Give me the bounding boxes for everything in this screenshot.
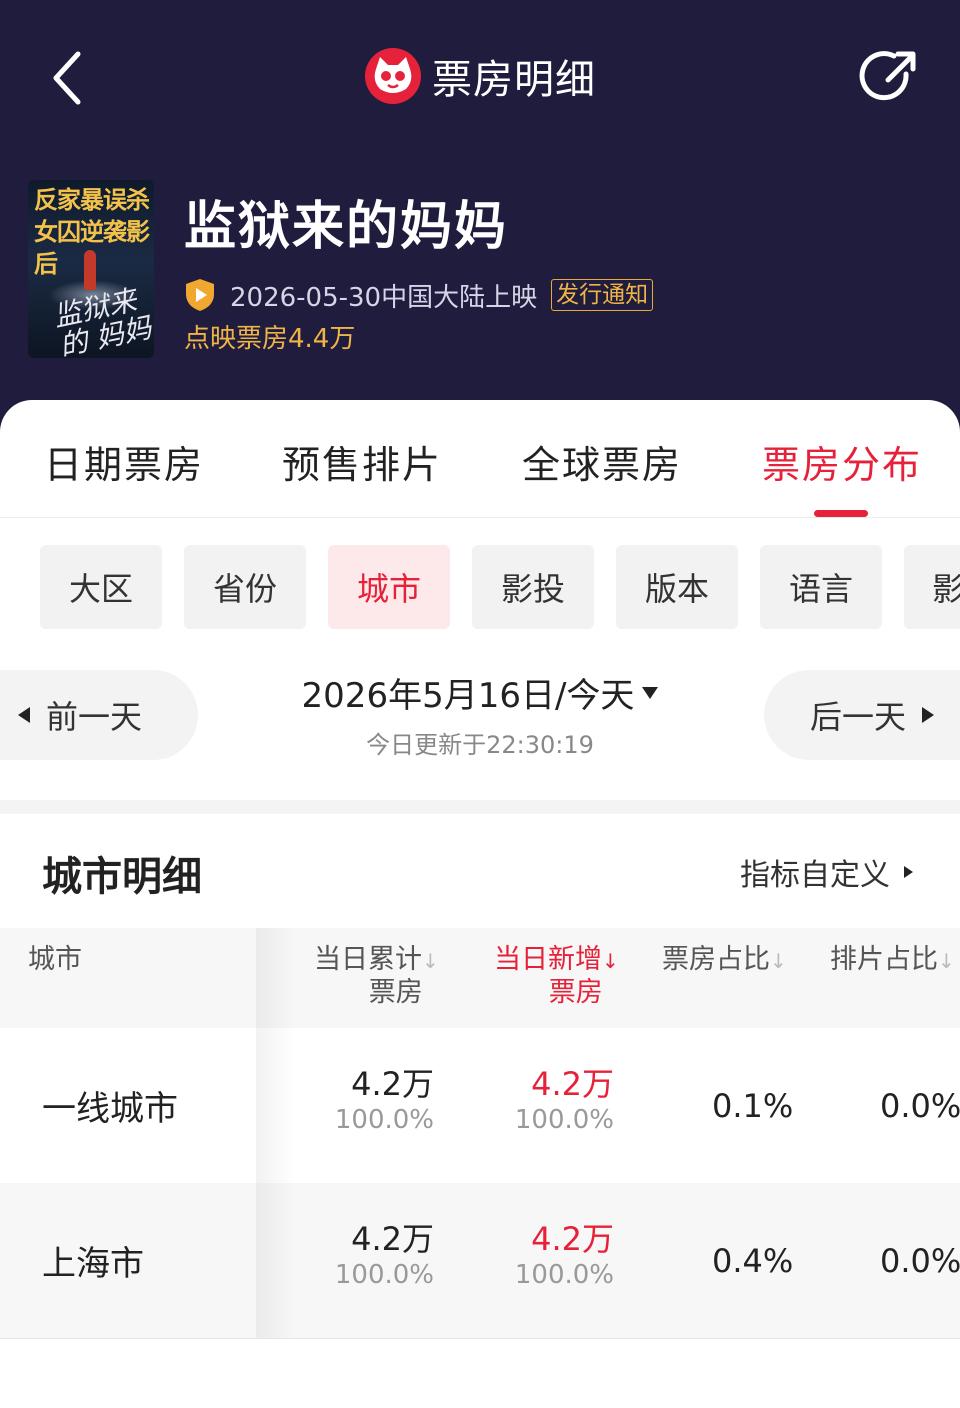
main-tabs: 日期票房 预售排片 全球票房 票房分布 <box>0 400 960 518</box>
header-cumulative-line1: 当日累计 <box>314 944 422 975</box>
section-separator <box>0 800 960 814</box>
chip-cinema-truncated[interactable]: 影 <box>904 545 960 629</box>
prev-day-label: 前一天 <box>46 698 143 736</box>
header-screening-share[interactable]: 排片占比↓ <box>830 944 955 977</box>
row-screening-share: 0.0% <box>880 1241 960 1280</box>
movie-title: 监狱来的妈妈 <box>184 197 509 257</box>
next-day-button[interactable]: 后一天 <box>764 670 960 760</box>
caret-down-icon <box>642 686 659 699</box>
header-screening-share-label: 排片占比 <box>830 944 938 975</box>
row-new-value: 4.2万 <box>531 1065 614 1103</box>
column-shadow <box>256 1028 296 1183</box>
tab-date-box-office[interactable]: 日期票房 <box>44 434 204 489</box>
next-day-label: 后一天 <box>810 698 907 736</box>
tab-global-box-office[interactable]: 全球票房 <box>522 434 682 489</box>
city-table: 城市 当日累计↓ 票房 当日新增↓ 票房 票房占比↓ 排片占比↓ 一线城市 4.… <box>0 928 960 1338</box>
row-cumulative-value: 4.2万 <box>351 1220 434 1258</box>
share-icon <box>859 51 916 101</box>
release-notice-badge[interactable]: 发行通知 <box>551 279 654 311</box>
header-new-line1: 当日新增 <box>494 944 602 975</box>
tab-presale-screening[interactable]: 预售排片 <box>282 434 442 489</box>
header-new-line2: 票房 <box>548 977 603 1008</box>
tabs-divider <box>0 517 960 518</box>
cat-logo-icon <box>365 48 421 104</box>
date-selector: 2026年5月16日/今天 今日更新于22:30:19 <box>260 668 700 760</box>
table-row[interactable]: 上海市 4.2万 100.0% 4.2万 100.0% 0.4% 0.0% <box>0 1183 960 1338</box>
header-cumulative-line2: 票房 <box>368 977 423 1008</box>
header-cumulative[interactable]: 当日累计↓ 票房 <box>314 944 439 1009</box>
share-button[interactable] <box>856 44 924 112</box>
header-box-share-label: 票房占比 <box>662 944 770 975</box>
poster-figure <box>84 250 96 290</box>
row-cumulative: 4.2万 100.0% <box>335 1219 434 1291</box>
date-picker[interactable]: 2026年5月16日/今天 <box>302 668 659 717</box>
triangle-right-icon <box>922 707 935 723</box>
chip-version[interactable]: 版本 <box>616 545 738 629</box>
header-new[interactable]: 当日新增↓ 票房 <box>494 944 619 1009</box>
table-bottom-divider <box>0 1338 960 1339</box>
shield-play-icon <box>186 279 214 311</box>
release-info-row: 2026-05-30中国大陆上映 发行通知 <box>184 276 654 314</box>
table-row[interactable]: 一线城市 4.2万 100.0% 4.2万 100.0% 0.1% 0.0% <box>0 1028 960 1183</box>
movie-poster[interactable]: 反家暴误杀 女囚逆袭影后 监狱来的 妈妈 <box>28 180 154 358</box>
chip-cinema-investment[interactable]: 影投 <box>472 545 594 629</box>
tab-box-office-distribution[interactable]: 票房分布 <box>762 434 922 489</box>
chip-language[interactable]: 语言 <box>760 545 882 629</box>
triangle-left-icon <box>18 707 30 723</box>
row-box-share: 0.4% <box>712 1241 794 1280</box>
triangle-right-icon <box>904 866 913 878</box>
sort-arrow-icon: ↓ <box>938 949 955 973</box>
active-tab-indicator <box>814 510 868 517</box>
customize-metrics-button[interactable]: 指标自定义 <box>740 850 913 894</box>
header-title-group: 票房明细 <box>0 44 960 108</box>
table-header: 城市 当日累计↓ 票房 当日新增↓ 票房 票房占比↓ 排片占比↓ <box>0 928 960 1028</box>
chip-province[interactable]: 省份 <box>184 545 306 629</box>
row-screening-share: 0.0% <box>880 1086 960 1125</box>
row-box-share: 0.1% <box>712 1086 794 1125</box>
sort-arrow-icon: ↓ <box>422 949 439 973</box>
section-title: 城市明细 <box>42 854 202 900</box>
header-box-share[interactable]: 票房占比↓ <box>662 944 787 977</box>
prev-day-button[interactable]: 前一天 <box>0 670 198 760</box>
column-shadow <box>256 1183 296 1338</box>
chip-region[interactable]: 大区 <box>40 545 162 629</box>
sort-arrow-icon: ↓ <box>770 949 787 973</box>
row-cumulative-pct: 100.0% <box>334 1105 434 1135</box>
row-cumulative-pct: 100.0% <box>334 1260 434 1290</box>
column-shadow <box>256 928 296 1028</box>
row-city: 上海市 <box>42 1244 144 1284</box>
row-cumulative-value: 4.2万 <box>351 1065 434 1103</box>
release-date-text: 2026-05-30中国大陆上映 <box>230 282 538 313</box>
row-new: 4.2万 100.0% <box>515 1219 614 1291</box>
chip-city[interactable]: 城市 <box>328 545 450 629</box>
row-city: 一线城市 <box>42 1089 178 1129</box>
row-new-value: 4.2万 <box>531 1220 614 1258</box>
header-city: 城市 <box>28 944 82 975</box>
current-date: 2026年5月16日/今天 <box>301 676 635 716</box>
row-new-pct: 100.0% <box>514 1260 614 1290</box>
row-cumulative: 4.2万 100.0% <box>335 1064 434 1136</box>
preview-box-office: 点映票房4.4万 <box>184 324 356 354</box>
sort-arrow-icon: ↓ <box>602 949 619 973</box>
page-title: 票房明细 <box>432 57 596 103</box>
row-new-pct: 100.0% <box>514 1105 614 1135</box>
customize-metrics-label: 指标自定义 <box>740 858 890 893</box>
update-time: 今日更新于22:30:19 <box>366 731 594 759</box>
row-new: 4.2万 100.0% <box>515 1064 614 1136</box>
